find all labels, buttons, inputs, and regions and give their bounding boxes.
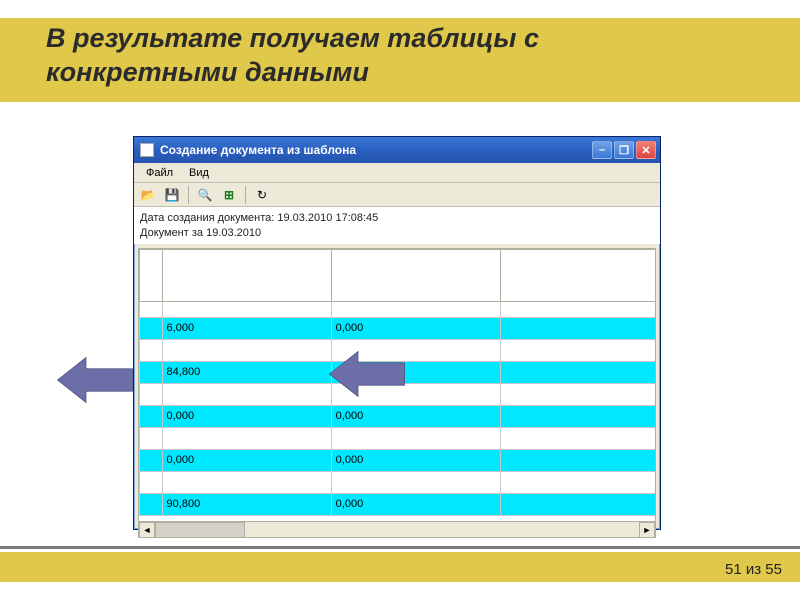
menu-file[interactable]: Файл [138, 165, 181, 181]
cell[interactable]: 90,800 [162, 493, 331, 515]
cell[interactable] [500, 317, 655, 339]
table-row[interactable]: 0,0000,000 [140, 405, 656, 427]
cell[interactable] [500, 471, 655, 493]
save-icon[interactable]: 💾 [162, 185, 182, 205]
minimize-button[interactable]: – [592, 141, 612, 159]
cell[interactable]: 0,000 [162, 405, 331, 427]
footer-bar [0, 552, 800, 582]
cell[interactable] [500, 493, 655, 515]
cell[interactable] [140, 317, 163, 339]
maximize-button[interactable]: ❐ [614, 141, 634, 159]
menu-view[interactable]: Вид [181, 165, 217, 181]
table-row[interactable] [140, 471, 656, 493]
toolbar-separator [245, 186, 246, 204]
slide-title: В результате получаем таблицы с конкретн… [46, 22, 539, 90]
table-row[interactable]: 0,0000,000 [140, 449, 656, 471]
callout-arrow-icon [328, 344, 406, 404]
cell[interactable] [140, 449, 163, 471]
cell[interactable] [500, 427, 655, 449]
cell[interactable] [500, 449, 655, 471]
cell[interactable] [140, 361, 163, 383]
table-row[interactable] [140, 427, 656, 449]
table-subheader-row [140, 301, 656, 317]
preview-icon[interactable]: 🔍 [195, 185, 215, 205]
close-button[interactable]: ✕ [636, 141, 656, 159]
document-info: Дата создания документа: 19.03.2010 17:0… [134, 207, 660, 244]
slide: В результате получаем таблицы с конкретн… [0, 0, 800, 600]
cell[interactable]: 0,000 [162, 449, 331, 471]
cell[interactable] [140, 427, 163, 449]
cell[interactable] [162, 383, 331, 405]
cell[interactable] [500, 405, 655, 427]
cell[interactable] [331, 427, 500, 449]
cell[interactable]: 0,000 [331, 317, 500, 339]
page-counter: 51 из 55 [725, 561, 782, 578]
cell[interactable] [140, 339, 163, 361]
scroll-right-icon[interactable]: ► [639, 522, 655, 538]
cell[interactable] [500, 361, 655, 383]
cell[interactable] [162, 471, 331, 493]
title-line-1: В результате получаем таблицы с [46, 23, 539, 53]
doc-created-line: Дата создания документа: 19.03.2010 17:0… [140, 211, 654, 226]
scroll-left-icon[interactable]: ◄ [139, 522, 155, 538]
cell[interactable]: 84,800 [162, 361, 331, 383]
refresh-icon[interactable]: ↻ [252, 185, 272, 205]
table-row[interactable]: 6,0000,000 [140, 317, 656, 339]
cell[interactable] [500, 339, 655, 361]
table-header-row [140, 249, 656, 301]
window-controls: – ❐ ✕ [592, 141, 656, 159]
excel-icon[interactable]: ⊞ [219, 185, 239, 205]
cell[interactable] [500, 383, 655, 405]
title-line-2: конкретными данными [46, 57, 369, 87]
cell[interactable] [140, 471, 163, 493]
doc-for-line: Документ за 19.03.2010 [140, 226, 654, 241]
horizontal-scrollbar[interactable]: ◄ ► [139, 521, 655, 537]
cell[interactable] [140, 383, 163, 405]
callout-arrow-icon [56, 350, 134, 410]
cell[interactable] [140, 405, 163, 427]
cell[interactable] [331, 471, 500, 493]
cell[interactable] [162, 339, 331, 361]
window-title: Создание документа из шаблона [160, 143, 592, 157]
menubar: Файл Вид [134, 163, 660, 183]
scroll-thumb[interactable] [155, 522, 245, 538]
cell[interactable]: 0,000 [331, 449, 500, 471]
app-icon [140, 143, 154, 157]
table-row[interactable]: 90,8000,000 [140, 493, 656, 515]
cell[interactable]: 0,000 [331, 493, 500, 515]
toolbar: 📂 💾 🔍 ⊞ ↻ [134, 183, 660, 207]
open-icon[interactable]: 📂 [138, 185, 158, 205]
app-window: Создание документа из шаблона – ❐ ✕ Файл… [133, 136, 661, 530]
titlebar[interactable]: Создание документа из шаблона – ❐ ✕ [134, 137, 660, 163]
cell[interactable]: 6,000 [162, 317, 331, 339]
toolbar-separator [188, 186, 189, 204]
cell[interactable] [162, 427, 331, 449]
cell[interactable] [140, 493, 163, 515]
cell[interactable]: 0,000 [331, 405, 500, 427]
